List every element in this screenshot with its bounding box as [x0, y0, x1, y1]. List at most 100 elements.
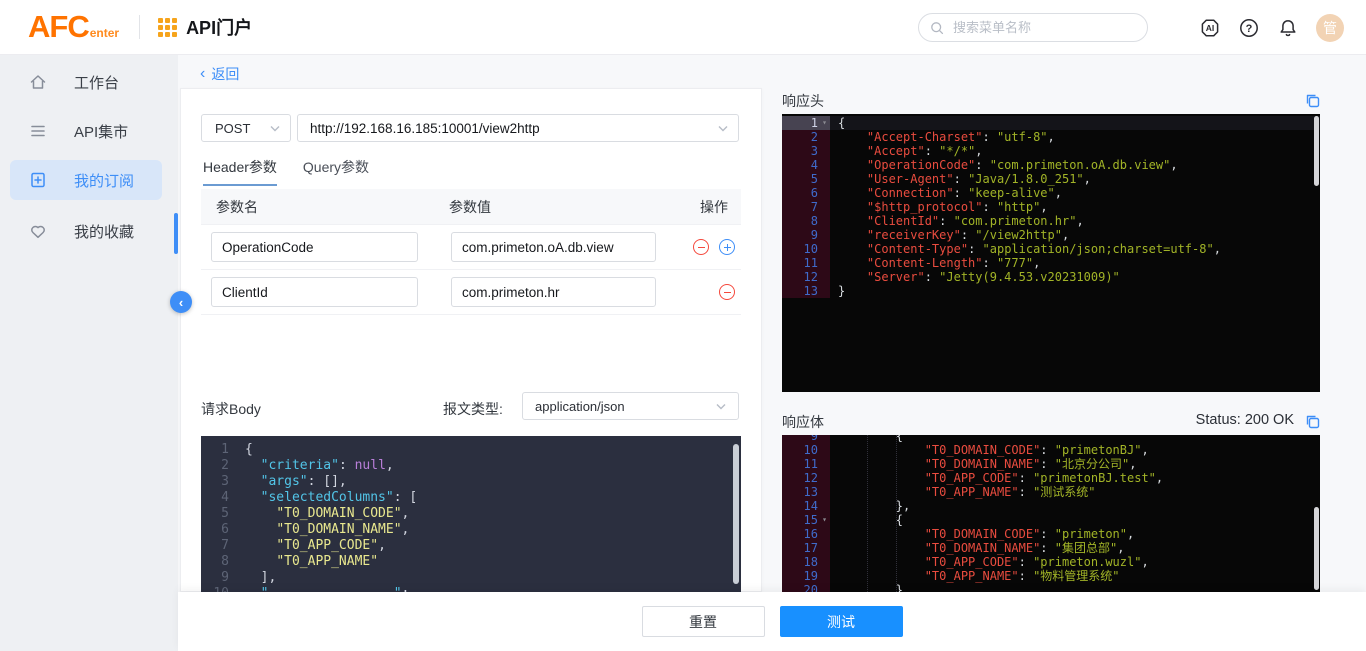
search-input[interactable] — [951, 19, 1137, 36]
fold-spacer — [819, 130, 830, 144]
code-line: 2 "Accept-Charset": "utf-8", — [782, 130, 1320, 144]
code-line: 11 "Content-Length": "777", — [782, 256, 1320, 270]
line-number: 13 — [782, 485, 819, 499]
body-type-label: 报文类型: — [443, 399, 503, 419]
code-line: 9 ], — [201, 570, 741, 586]
line-number: 4 — [201, 490, 229, 506]
code-line: 4 "OperationCode": "com.primeton.oA.db.v… — [782, 158, 1320, 172]
body-type-select[interactable]: application/json — [522, 392, 739, 420]
line-number: 7 — [201, 538, 229, 554]
fold-spacer — [819, 284, 830, 298]
param-name-input[interactable] — [211, 232, 418, 262]
method-select[interactable]: POST — [201, 114, 291, 142]
fold-spacer — [819, 172, 830, 186]
sidebar-item-list[interactable]: API集市 — [10, 111, 162, 151]
back-chevron-icon: ‹ — [200, 67, 205, 81]
param-row — [201, 225, 741, 270]
home-icon — [28, 72, 61, 92]
param-name-input[interactable] — [211, 277, 418, 307]
fold-spacer — [819, 158, 830, 172]
help-icon[interactable]: ? — [1238, 17, 1260, 39]
sidebar-item-bookmark-plus[interactable]: 我的订阅 — [10, 160, 162, 200]
column-header-name: 参数名 — [201, 197, 449, 217]
code-line: 13} — [782, 284, 1320, 298]
sidebar-collapse-button[interactable]: ‹ — [170, 291, 192, 313]
url-input[interactable] — [308, 120, 718, 137]
response-headers-editor[interactable]: 1▾{2 "Accept-Charset": "utf-8",3 "Accept… — [782, 114, 1320, 392]
fold-spacer — [819, 555, 830, 569]
logo-text: AFC — [28, 12, 89, 42]
code-line: 9 { — [782, 435, 1320, 443]
tab-query-params[interactable]: Query参数 — [303, 157, 369, 186]
code-line: 3 "Accept": "*/*", — [782, 144, 1320, 158]
url-field[interactable] — [297, 114, 739, 142]
line-number: 9 — [201, 570, 229, 586]
sidebar-item-heart[interactable]: 我的收藏 — [10, 211, 162, 251]
svg-text:?: ? — [1246, 22, 1253, 34]
fold-spacer — [819, 443, 830, 457]
fold-spacer — [819, 256, 830, 270]
chevron-down-icon — [716, 403, 726, 410]
line-number: 3 — [782, 144, 819, 158]
code-line: 15▾ { — [782, 513, 1320, 527]
line-number: 9 — [782, 435, 819, 443]
fold-spacer — [229, 538, 237, 554]
request-body-editor[interactable]: 1{2 "criteria": null,3 "args": [],4 "sel… — [201, 436, 741, 593]
param-value-input[interactable] — [451, 232, 656, 262]
code-line: 9 "receiverKey": "/view2http", — [782, 228, 1320, 242]
line-number: 17 — [782, 541, 819, 555]
add-row-button[interactable] — [719, 239, 735, 255]
column-header-value: 参数值 — [449, 197, 698, 217]
line-number: 11 — [782, 457, 819, 471]
fold-arrow-icon[interactable]: ▾ — [819, 513, 830, 527]
fold-arrow-icon[interactable]: ▾ — [819, 116, 830, 130]
line-number: 5 — [201, 506, 229, 522]
reset-button[interactable]: 重置 — [642, 606, 765, 637]
remove-row-button[interactable] — [693, 239, 709, 255]
editor-scrollbar[interactable] — [1314, 116, 1319, 186]
editor-content: 1▾{2 "Accept-Charset": "utf-8",3 "Accept… — [782, 116, 1320, 298]
test-button[interactable]: 测试 — [780, 606, 903, 637]
code-line: 20 } — [782, 583, 1320, 592]
search-box[interactable] — [918, 13, 1148, 42]
param-table-header: 参数名 参数值 操作 — [201, 189, 741, 225]
fold-spacer — [229, 506, 237, 522]
notifications-bell-icon[interactable] — [1277, 17, 1299, 39]
afc-logo[interactable]: AFC enter — [28, 12, 119, 42]
request-card: POST Header参数Query参数 参数名 参数值 操作 请求Body 报… — [180, 88, 762, 592]
copy-response-headers-icon[interactable] — [1304, 92, 1321, 109]
ai-assistant-icon[interactable]: AI — [1199, 17, 1221, 39]
editor-scrollbar[interactable] — [1314, 507, 1319, 590]
response-body-title: 响应体 — [782, 412, 824, 432]
line-number: 3 — [201, 474, 229, 490]
fold-spacer — [229, 522, 237, 538]
fold-spacer — [819, 485, 830, 499]
code-line: 8 "T0_APP_NAME" — [201, 554, 741, 570]
line-number: 16 — [782, 527, 819, 541]
response-body-editor[interactable]: 9 {10 "T0_DOMAIN_CODE": "primetonBJ",11 … — [782, 435, 1320, 592]
code-line: 12 "Server": "Jetty(9.4.53.v20231009)" — [782, 270, 1320, 284]
editor-scrollbar[interactable] — [733, 444, 739, 584]
back-link[interactable]: ‹ 返回 — [200, 64, 239, 84]
line-number: 13 — [782, 284, 819, 298]
code-line: 12 "T0_APP_CODE": "primetonBJ.test", — [782, 471, 1320, 485]
code-line: 3 "args": [], — [201, 474, 741, 490]
app-grid-icon — [158, 18, 177, 37]
fold-spacer — [819, 186, 830, 200]
column-header-actions: 操作 — [698, 197, 741, 217]
line-number: 11 — [782, 256, 819, 270]
line-number: 5 — [782, 172, 819, 186]
tab-header-params[interactable]: Header参数 — [203, 157, 277, 186]
param-value-input[interactable] — [451, 277, 656, 307]
list-icon — [28, 121, 61, 141]
sidebar-item-home[interactable]: 工作台 — [10, 62, 162, 102]
code-line: 11 "T0_DOMAIN_NAME": "北京分公司", — [782, 457, 1320, 471]
line-number: 10 — [782, 443, 819, 457]
copy-response-body-icon[interactable] — [1304, 413, 1321, 430]
user-avatar[interactable]: 管 — [1316, 14, 1344, 42]
code-line: 7 "$http_protocol": "http", — [782, 200, 1320, 214]
line-number: 2 — [782, 130, 819, 144]
code-line: 1{ — [201, 442, 741, 458]
code-line: 4 "selectedColumns": [ — [201, 490, 741, 506]
remove-row-button[interactable] — [719, 284, 735, 300]
